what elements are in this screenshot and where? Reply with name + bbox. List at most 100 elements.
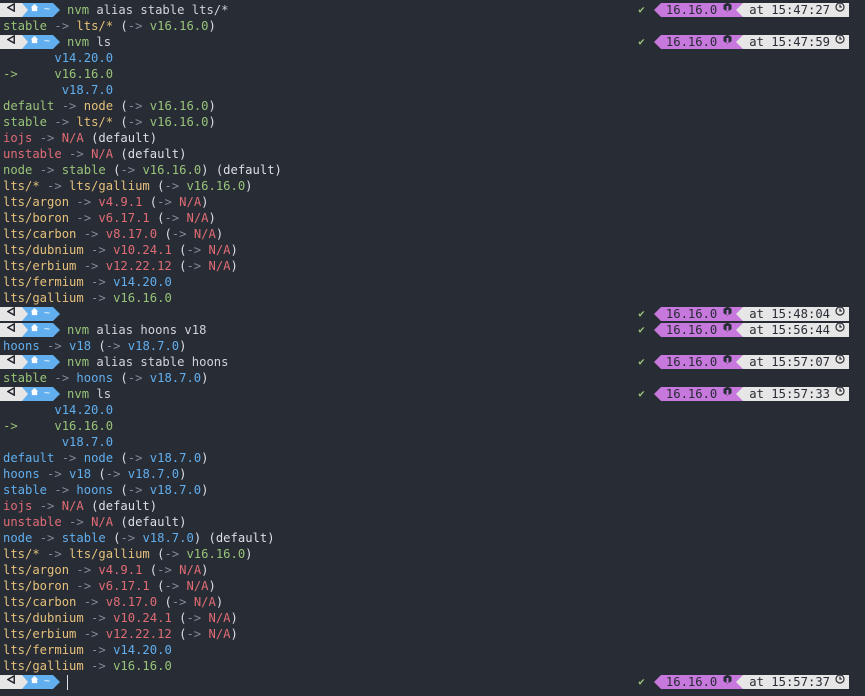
output-token: -> [164, 579, 187, 593]
output-token: v16.16.0 [54, 67, 114, 81]
status-check: ✔ [638, 35, 645, 48]
dir-segment: ~ [28, 3, 54, 17]
output-token: v16.16.0 [149, 99, 209, 113]
segment-separator [653, 307, 661, 321]
output-text: stable -> lts/* (-> v16.16.0) [3, 114, 216, 130]
output-token: -> [127, 115, 150, 129]
time-segment: at 15:47:59 [743, 34, 849, 49]
right-prompt: ✔ 16.16.0 at 15:57:33 [638, 386, 849, 401]
output-token: lts/carbon [3, 227, 77, 241]
output-token: -> [47, 115, 77, 129]
output-token: -> [69, 211, 99, 225]
time-segment: at 15:47:27 [743, 2, 849, 18]
status-check: ✔ [638, 387, 645, 400]
segment-separator [736, 307, 744, 321]
right-prompt: ✔ 16.16.0 at 15:47:59 [638, 34, 849, 49]
node-version-text: 16.16.0 [665, 387, 718, 401]
output-token: v16.16.0 [142, 163, 202, 177]
segment-separator [53, 307, 61, 321]
nodejs-icon [723, 322, 732, 338]
output-token: ) [208, 19, 216, 33]
output-token: ( [105, 163, 121, 177]
output-token: lts/dubnium [3, 243, 84, 257]
time-segment: at 15:57:33 [743, 386, 849, 401]
output-token: ( [149, 579, 165, 593]
output-token: N/A [186, 579, 209, 593]
output-token: -> [164, 211, 187, 225]
command-text: nvm alias hoons v18 [67, 323, 207, 337]
output-token: ) [230, 243, 238, 257]
output-line: iojs -> N/A (default) [0, 130, 865, 146]
output-token: lts/fermium [3, 643, 84, 657]
output-token: iojs [3, 131, 33, 145]
output-token: v6.17.1 [98, 579, 150, 593]
prompt-line: ~ nvm alias stable lts/* ✔ 16.16.0 at 15:47:… [0, 2, 865, 18]
terminal-window[interactable]: ~ nvm alias stable lts/* ✔ 16.16.0 at 15:47:… [0, 0, 865, 696]
segment-separator [53, 387, 61, 401]
output-text: lts/fermium -> v14.20.0 [3, 642, 172, 658]
output-token: v16.16.0 [113, 659, 172, 673]
output-token: ( [113, 115, 128, 129]
output-token: N/A [208, 259, 231, 273]
output-token: lts/* [3, 179, 40, 193]
node-version-text: 16.16.0 [665, 675, 718, 689]
output-token: node [3, 163, 33, 177]
output-token: -> [61, 515, 92, 529]
output-token: -> [186, 627, 209, 641]
output-token: -> [76, 595, 106, 609]
prompt-line: ~ nvm alias hoons v18 ✔ 16.16.0 at 15:56:44 [0, 322, 865, 338]
output-token: -> [127, 483, 150, 497]
output-token: -> [127, 19, 150, 33]
output-line: v14.20.0 [0, 402, 865, 418]
output-line: stable -> hoons (-> v18.7.0) [0, 370, 865, 386]
output-token: -> [127, 451, 150, 465]
dir-text: ~ [44, 4, 51, 15]
output-token: ) [230, 259, 238, 273]
output-token: ) [179, 467, 187, 481]
node-version-segment: 16.16.0 [660, 674, 737, 690]
output-token: v10.24.1 [113, 611, 172, 625]
output-token: default [3, 99, 55, 113]
output-line: lts/dubnium -> v10.24.1 (-> N/A) [0, 610, 865, 626]
right-prompt: ✔ 16.16.0 at 15:56:44 [638, 322, 849, 338]
output-line: lts/erbium -> v12.22.12 (-> N/A) [0, 258, 865, 274]
output-token: N/A [208, 243, 231, 257]
output-text: v18.7.0 [3, 434, 113, 450]
output-token: v18.7.0 [127, 339, 180, 353]
output-token: ) [179, 339, 187, 353]
output-text: v14.20.0 [3, 50, 113, 66]
output-token: ) [208, 115, 216, 129]
output-token: unstable [3, 147, 62, 161]
output-token: -> [83, 643, 114, 657]
output-line: hoons -> v18 (-> v18.7.0) [0, 338, 865, 354]
output-text: lts/erbium -> v12.22.12 (-> N/A) [3, 258, 238, 274]
output-token: lts/dubnium [3, 611, 84, 625]
node-version-text: 16.16.0 [665, 35, 718, 49]
output-token: -> [39, 467, 70, 481]
output-text: lts/argon -> v4.9.1 (-> N/A) [3, 194, 209, 210]
output-text: lts/fermium -> v14.20.0 [3, 274, 172, 290]
output-token: -> [157, 563, 180, 577]
text-cursor[interactable] [67, 674, 69, 690]
output-token: ( [105, 531, 121, 545]
segment-separator [653, 35, 661, 49]
segment-separator [736, 355, 744, 369]
os-segment [0, 386, 22, 401]
output-token: ( [113, 371, 128, 385]
clock-icon [835, 2, 845, 18]
output-token: -> [171, 595, 194, 609]
prompt-line: ~ nvm ls ✔ 16.16.0 at 15:47:59 [0, 34, 865, 50]
time-text: at 15:47:27 [749, 3, 830, 17]
dir-segment: ~ [28, 355, 54, 369]
output-token: -> [47, 19, 77, 33]
output-token: v4.9.1 [98, 195, 143, 209]
output-token: ) [208, 99, 216, 113]
nodejs-icon [723, 674, 732, 690]
segment-separator [53, 35, 61, 49]
output-text: lts/gallium -> v16.16.0 [3, 290, 172, 306]
os-segment [0, 322, 22, 337]
output-token: -> [171, 227, 194, 241]
output-token: lts/argon [3, 563, 70, 577]
output-line: -> v16.16.0 [0, 418, 865, 434]
home-icon [30, 674, 39, 690]
